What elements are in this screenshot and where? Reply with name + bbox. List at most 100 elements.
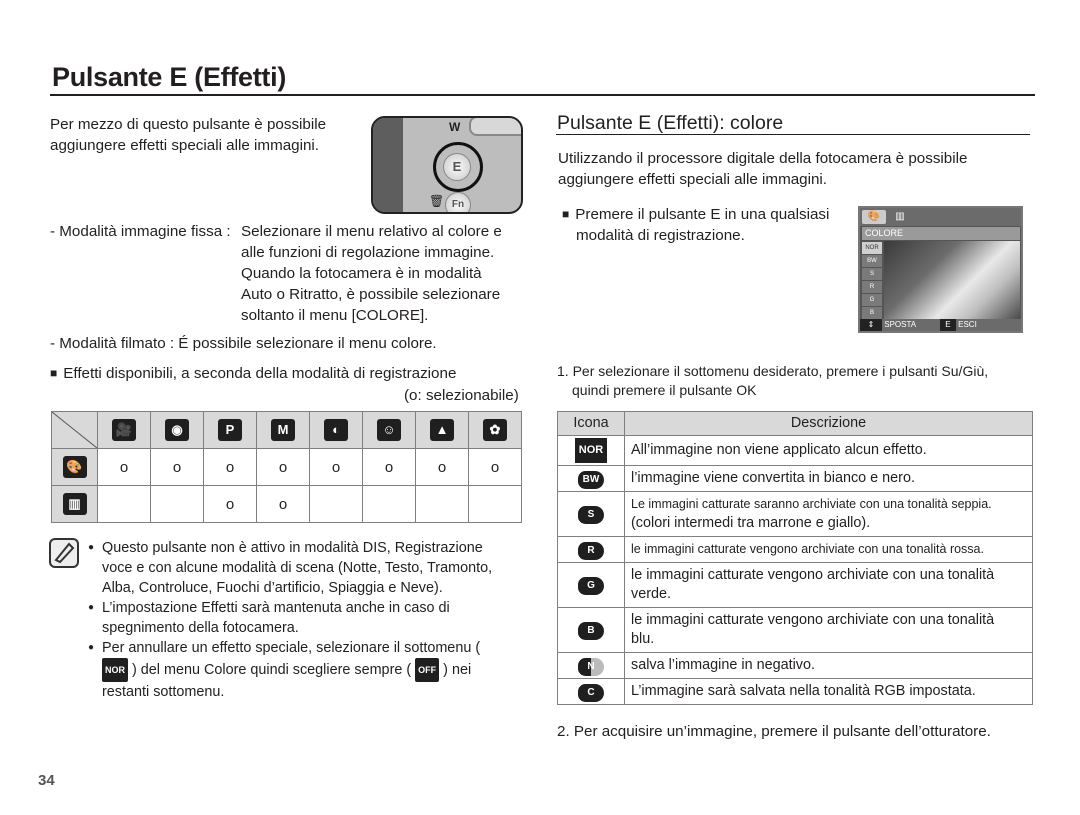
subtitle-divider [556, 134, 1030, 135]
lcd-side-item: S [862, 268, 882, 280]
header-description: Descrizione [624, 411, 1033, 436]
mode-header-dis: ◐ [309, 411, 363, 449]
step-1: 1. Per selezionare il sottomenu desidera… [557, 362, 1027, 400]
diagonal-divider [52, 412, 97, 448]
description-cell: Le immagini catturate saranno archiviate… [624, 491, 1033, 537]
intro-line: aggiungere effetti speciali alle immagin… [558, 171, 828, 188]
mode-availability-table: 🎥 ◉ P M ◐ ☺ ▲ ✿ 🎨 o o o o o o o o ▥ o o [51, 411, 522, 523]
negative-icon: N [578, 657, 604, 676]
table-cell: o [362, 448, 416, 486]
icon-cell: G [557, 562, 625, 608]
availability-legend: (o: selezionabile) [404, 387, 519, 404]
description-cell: L’immagine sarà salvata nella tonalità R… [624, 678, 1033, 705]
blue-tone-icon: B [578, 622, 604, 640]
right-intro: Utilizzando il processore digitale della… [558, 148, 1028, 190]
movie-icon: 🎥 [112, 419, 136, 441]
mode-header-portrait: ☺ [362, 411, 416, 449]
table-row: N salva l’immagine in negativo. [557, 652, 1033, 679]
camera-auto-icon: ◉ [165, 419, 189, 441]
lcd-side-item: BW [862, 255, 882, 267]
effects-table: Icona Descrizione NOR All’immagine non v… [557, 411, 1033, 705]
still-mode-line: alle funzioni di regolazione immagine. [241, 244, 495, 261]
intro-line: Utilizzando il processore digitale della… [558, 150, 968, 167]
table-header-row: Icona Descrizione [557, 411, 1033, 436]
manual-icon: M [271, 419, 295, 441]
intro-line: aggiungere effetti speciali alle immagin… [50, 137, 320, 154]
mode-header-program: P [203, 411, 257, 449]
lcd-screen-preview: 🎨 ▥ COLORE NOR BW S R G B ⇕ SPOSTA E ESC… [858, 206, 1023, 333]
description-cell: le immagini catturate vengono archiviate… [624, 536, 1033, 563]
description-cell: l’immagine viene convertita in bianco e … [624, 465, 1033, 492]
table-cell [362, 485, 416, 523]
step-line: 1. Per selezionare il sottomenu desidera… [557, 363, 989, 379]
lcd-side-item: B [862, 307, 882, 319]
image-adjust-icon: ▥ [62, 493, 87, 515]
lcd-side-item: G [862, 294, 882, 306]
sepia-icon: S [578, 506, 604, 524]
table-row: S Le immagini catturate saranno archivia… [557, 491, 1033, 537]
lcd-side-item: R [862, 281, 882, 293]
updown-arrow-icon: ⇕ [860, 319, 882, 331]
note-item: Per annullare un effetto speciale, selez… [88, 638, 508, 702]
landscape-icon: ▲ [430, 419, 454, 441]
table-row: 🎨 o o o o o o o o [51, 448, 522, 486]
note-item: Questo pulsante non è attivo in modalità… [88, 538, 508, 598]
zoom-lever [469, 118, 521, 136]
table-row: BW l’immagine viene convertita in bianco… [557, 465, 1033, 492]
description-cell: salva l’immagine in negativo. [624, 652, 1033, 679]
lcd-bottom-bar: ⇕ SPOSTA E ESCI [860, 319, 1021, 331]
lcd-photo [884, 241, 1020, 319]
description-cell: le immagini catturate vengono archiviate… [624, 607, 1033, 653]
page-number: 34 [38, 772, 55, 789]
note-pencil-icon [49, 538, 79, 568]
icon-cell: C [557, 678, 625, 705]
description-line: blu. [631, 631, 655, 647]
description-line: verde. [631, 586, 671, 602]
step-2: 2. Per acquisire un’immagine, premere il… [557, 723, 991, 740]
table-cell: o [256, 485, 310, 523]
table-cell [468, 485, 522, 523]
movie-mode-text: - Modalità filmato : É possibile selezio… [50, 335, 437, 352]
palette-icon: 🎨 [62, 456, 87, 478]
description-cell: le immagini catturate vengono archiviate… [624, 562, 1033, 608]
intro-line: Per mezzo di questo pulsante è possibile [50, 116, 327, 133]
lcd-exit-label: ESCI [958, 320, 977, 329]
table-cell: o [203, 448, 257, 486]
description-cell: All’immagine non viene applicato alcun e… [624, 435, 1033, 466]
trash-icon: 🗑 [429, 194, 445, 208]
table-row: C L’immagine sarà salvata nella tonalità… [557, 678, 1033, 705]
icon-cell: S [557, 491, 625, 537]
lcd-exit-key: E [939, 319, 956, 331]
table-row: B le immagini catturate vengono archivia… [557, 607, 1033, 653]
table-cell: o [97, 448, 151, 486]
icon-cell: NOR [557, 435, 625, 466]
black-white-icon: BW [578, 470, 604, 489]
description-line: (colori intermedi tra marrone e giallo). [631, 515, 871, 531]
icon-cell: BW [557, 465, 625, 492]
custom-rgb-icon: C [578, 683, 604, 702]
step-line: quindi premere il pulsante OK [572, 382, 757, 398]
still-mode-line: soltanto il menu [COLORE]. [241, 307, 429, 324]
normal-effect-icon: NOR [574, 438, 608, 463]
table-cell [309, 485, 363, 523]
lcd-adjust-tab-icon: ▥ [895, 211, 905, 222]
still-mode-line: Quando la fotocamera è in modalità [241, 265, 482, 282]
table-cell [415, 485, 469, 523]
section-subtitle: Pulsante E (Effetti): colore [557, 112, 784, 134]
corner-cell [51, 411, 98, 449]
mode-header-auto: ◉ [150, 411, 204, 449]
table-row: R le immagini catturate vengono archivia… [557, 536, 1033, 563]
instruction-line: modalità di registrazione. [576, 227, 745, 244]
note-item: L’impostazione Effetti sarà mantenuta an… [88, 598, 508, 638]
still-mode-label: - Modalità immagine fissa : [50, 223, 231, 240]
availability-heading: Effetti disponibili, a seconda della mod… [50, 363, 456, 384]
e-button: E [443, 153, 471, 181]
icon-cell: B [557, 607, 625, 653]
nor-icon: NOR [102, 658, 128, 682]
icon-cell: N [557, 652, 625, 679]
camera-button-illustration: W E 🗑 Fn [371, 116, 523, 214]
table-cell: o [309, 448, 363, 486]
table-cell: o [415, 448, 469, 486]
red-tone-icon: R [578, 541, 604, 560]
table-cell: o [150, 448, 204, 486]
